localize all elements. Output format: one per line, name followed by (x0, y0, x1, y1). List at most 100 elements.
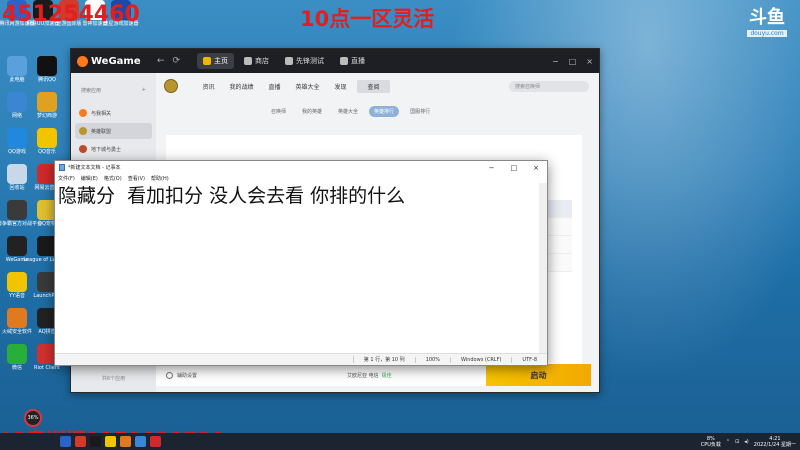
taskbar-apps (60, 436, 161, 447)
window-control-button[interactable]: □ (511, 164, 518, 172)
lol-logo-icon (164, 79, 178, 93)
menu-item[interactable]: 帮助(H) (151, 175, 169, 182)
refresh-icon[interactable]: ⟳ (173, 56, 181, 66)
main-nav-item[interactable]: 查阅 (357, 79, 390, 93)
gear-icon[interactable] (166, 371, 173, 379)
sidebar-item[interactable]: 与我相关 (75, 105, 152, 121)
list-item[interactable] (548, 254, 572, 272)
douyu-mark: 斗鱼 (749, 7, 785, 28)
menu-item[interactable]: 查看(V) (128, 175, 145, 182)
window-control-button[interactable]: × (586, 57, 593, 66)
stream-title-overlay: 10点一区灵活 (300, 7, 435, 31)
desktop-icon[interactable]: 火绒安全软件 (2, 308, 32, 335)
sidebar-item[interactable]: 地下城与勇士 (75, 141, 152, 157)
sidebar-item[interactable]: 英雄联盟 (75, 123, 152, 139)
main-nav-item[interactable]: 直播 (258, 82, 291, 91)
wegame-tab[interactable]: 商店 (238, 53, 275, 69)
back-arrow-icon[interactable]: ← (157, 56, 165, 66)
desktop-icon[interactable]: 腾讯QQ (32, 56, 62, 83)
clock[interactable]: 4:21 2022/1/24 星期一 (754, 436, 796, 448)
notepad-menubar: 文件(F) 编辑(E) 格式(O) 查看(V) 帮助(H) (55, 174, 547, 183)
tab-label: 先锋测试 (296, 57, 324, 65)
tray-icon[interactable]: ⌃ (726, 439, 730, 445)
app-icon (7, 344, 27, 364)
desktop-icon-label: 回收站 (9, 185, 25, 191)
window-control-button[interactable]: × (533, 164, 539, 172)
sub-tab[interactable]: 英雄排行 (369, 106, 400, 117)
sub-tab[interactable]: 英雄大全 (333, 106, 363, 117)
douyu-url: douyu.com (747, 30, 787, 37)
menu-item[interactable]: 编辑(E) (81, 175, 98, 182)
main-nav-item[interactable]: 我的战绩 (225, 82, 258, 91)
notepad-scrollbar[interactable] (539, 183, 547, 353)
desktop-icon[interactable]: 网络 (2, 92, 32, 119)
tab-label: 直播 (351, 57, 365, 65)
app-icon (7, 308, 27, 328)
launch-button[interactable]: 启动 (486, 364, 591, 386)
add-icon[interactable]: + (142, 87, 146, 93)
sub-tab[interactable]: 国服排行 (405, 106, 435, 117)
taskbar-app-icon[interactable] (105, 436, 116, 447)
wegame-nav-arrows: ← ⟳ (157, 56, 197, 66)
desktop-icon[interactable]: YY语音 (2, 272, 32, 299)
wegame-top-tabs: 主页 商店 先锋测试 直播 (197, 53, 371, 69)
tab-icon (244, 57, 252, 65)
app-icon (7, 92, 27, 112)
cursor-position: 第 1 行，第 10 列 (352, 356, 415, 363)
desktop-icon[interactable]: 魔兽争霸官方对战平台 (0, 200, 42, 227)
desktop-icon-label: 网络 (11, 113, 22, 119)
wegame-logo: WeGame (77, 55, 157, 67)
desktop-icon-label: YY语音 (8, 293, 26, 299)
app-icon (37, 56, 57, 76)
server-name: 艾欧尼亚 电信 (347, 372, 379, 379)
taskbar-app-icon[interactable] (90, 436, 101, 447)
taskbar-app-icon[interactable] (75, 436, 86, 447)
notepad-window-controls: − □ × (489, 164, 543, 172)
notepad-text-area[interactable]: 隐藏分 看加扣分 没人会去看 你排的什么 (58, 183, 537, 351)
main-nav-item[interactable]: 资讯 (192, 82, 225, 91)
desktop-icon[interactable]: 此电脑 (2, 56, 32, 83)
cpu-indicator[interactable]: 8% CPU负载 (701, 436, 721, 448)
menu-item[interactable]: 格式(O) (104, 175, 122, 182)
menu-item[interactable]: 文件(F) (58, 175, 75, 182)
sidebar-item-label: 与我相关 (91, 110, 112, 117)
volume-icon[interactable]: ◂) (744, 439, 748, 445)
desktop-icon[interactable]: 梦幻西游 (32, 92, 62, 119)
wegame-brand: WeGame (91, 55, 141, 67)
stream-room-number: 451254460 (2, 2, 140, 27)
desktop-icon[interactable]: 微信 (2, 344, 32, 371)
app-icon (37, 128, 57, 148)
main-nav-item[interactable]: 发现 (324, 82, 357, 91)
assist-settings-link[interactable]: 辅助设置 (177, 372, 197, 379)
sidebar-item-list: 与我相关英雄联盟地下城与勇士 (71, 105, 156, 157)
sidebar-item-label: 英雄联盟 (91, 128, 112, 135)
list-item[interactable] (548, 200, 572, 218)
sidebar-app-count[interactable]: 共6个应用 (71, 375, 156, 382)
network-icon[interactable]: ⊡ (735, 439, 739, 445)
server-status[interactable]: 艾欧尼亚 电信 极佳 (347, 372, 392, 379)
wegame-tab[interactable]: 先锋测试 (279, 53, 330, 69)
taskbar-app-icon[interactable] (60, 436, 71, 447)
window-control-button[interactable]: − (552, 57, 559, 66)
taskbar: 8% CPU负载 ⌃ ⊡ ◂) 4:21 2022/1/24 星期一 (0, 433, 800, 450)
window-control-button[interactable]: − (489, 164, 495, 172)
desktop-icon-label: 此电脑 (9, 77, 25, 83)
taskbar-app-icon[interactable] (120, 436, 131, 447)
wegame-tab[interactable]: 直播 (334, 53, 371, 69)
taskbar-app-icon[interactable] (135, 436, 146, 447)
desktop-icon[interactable]: QQ音乐 (32, 128, 62, 155)
wegame-tab[interactable]: 主页 (197, 53, 234, 69)
taskbar-app-icon[interactable] (150, 436, 161, 447)
list-item[interactable] (548, 236, 572, 254)
sub-tab[interactable]: 召唤师 (266, 106, 291, 117)
window-control-button[interactable]: □ (569, 57, 577, 66)
desktop-icon-label: 火绒安全软件 (2, 329, 33, 335)
desktop-icon[interactable]: QQ游戏 (2, 128, 32, 155)
sidebar-search[interactable]: 搜索应用 + (77, 83, 150, 97)
sub-tab[interactable]: 我的英雄 (297, 106, 327, 117)
list-item[interactable] (548, 218, 572, 236)
summoner-search-input[interactable]: 搜索召唤师 (509, 80, 589, 92)
desktop-icon[interactable]: 回收站 (2, 164, 32, 191)
app-icon (7, 236, 27, 256)
main-nav-item[interactable]: 英雄大全 (291, 82, 324, 91)
